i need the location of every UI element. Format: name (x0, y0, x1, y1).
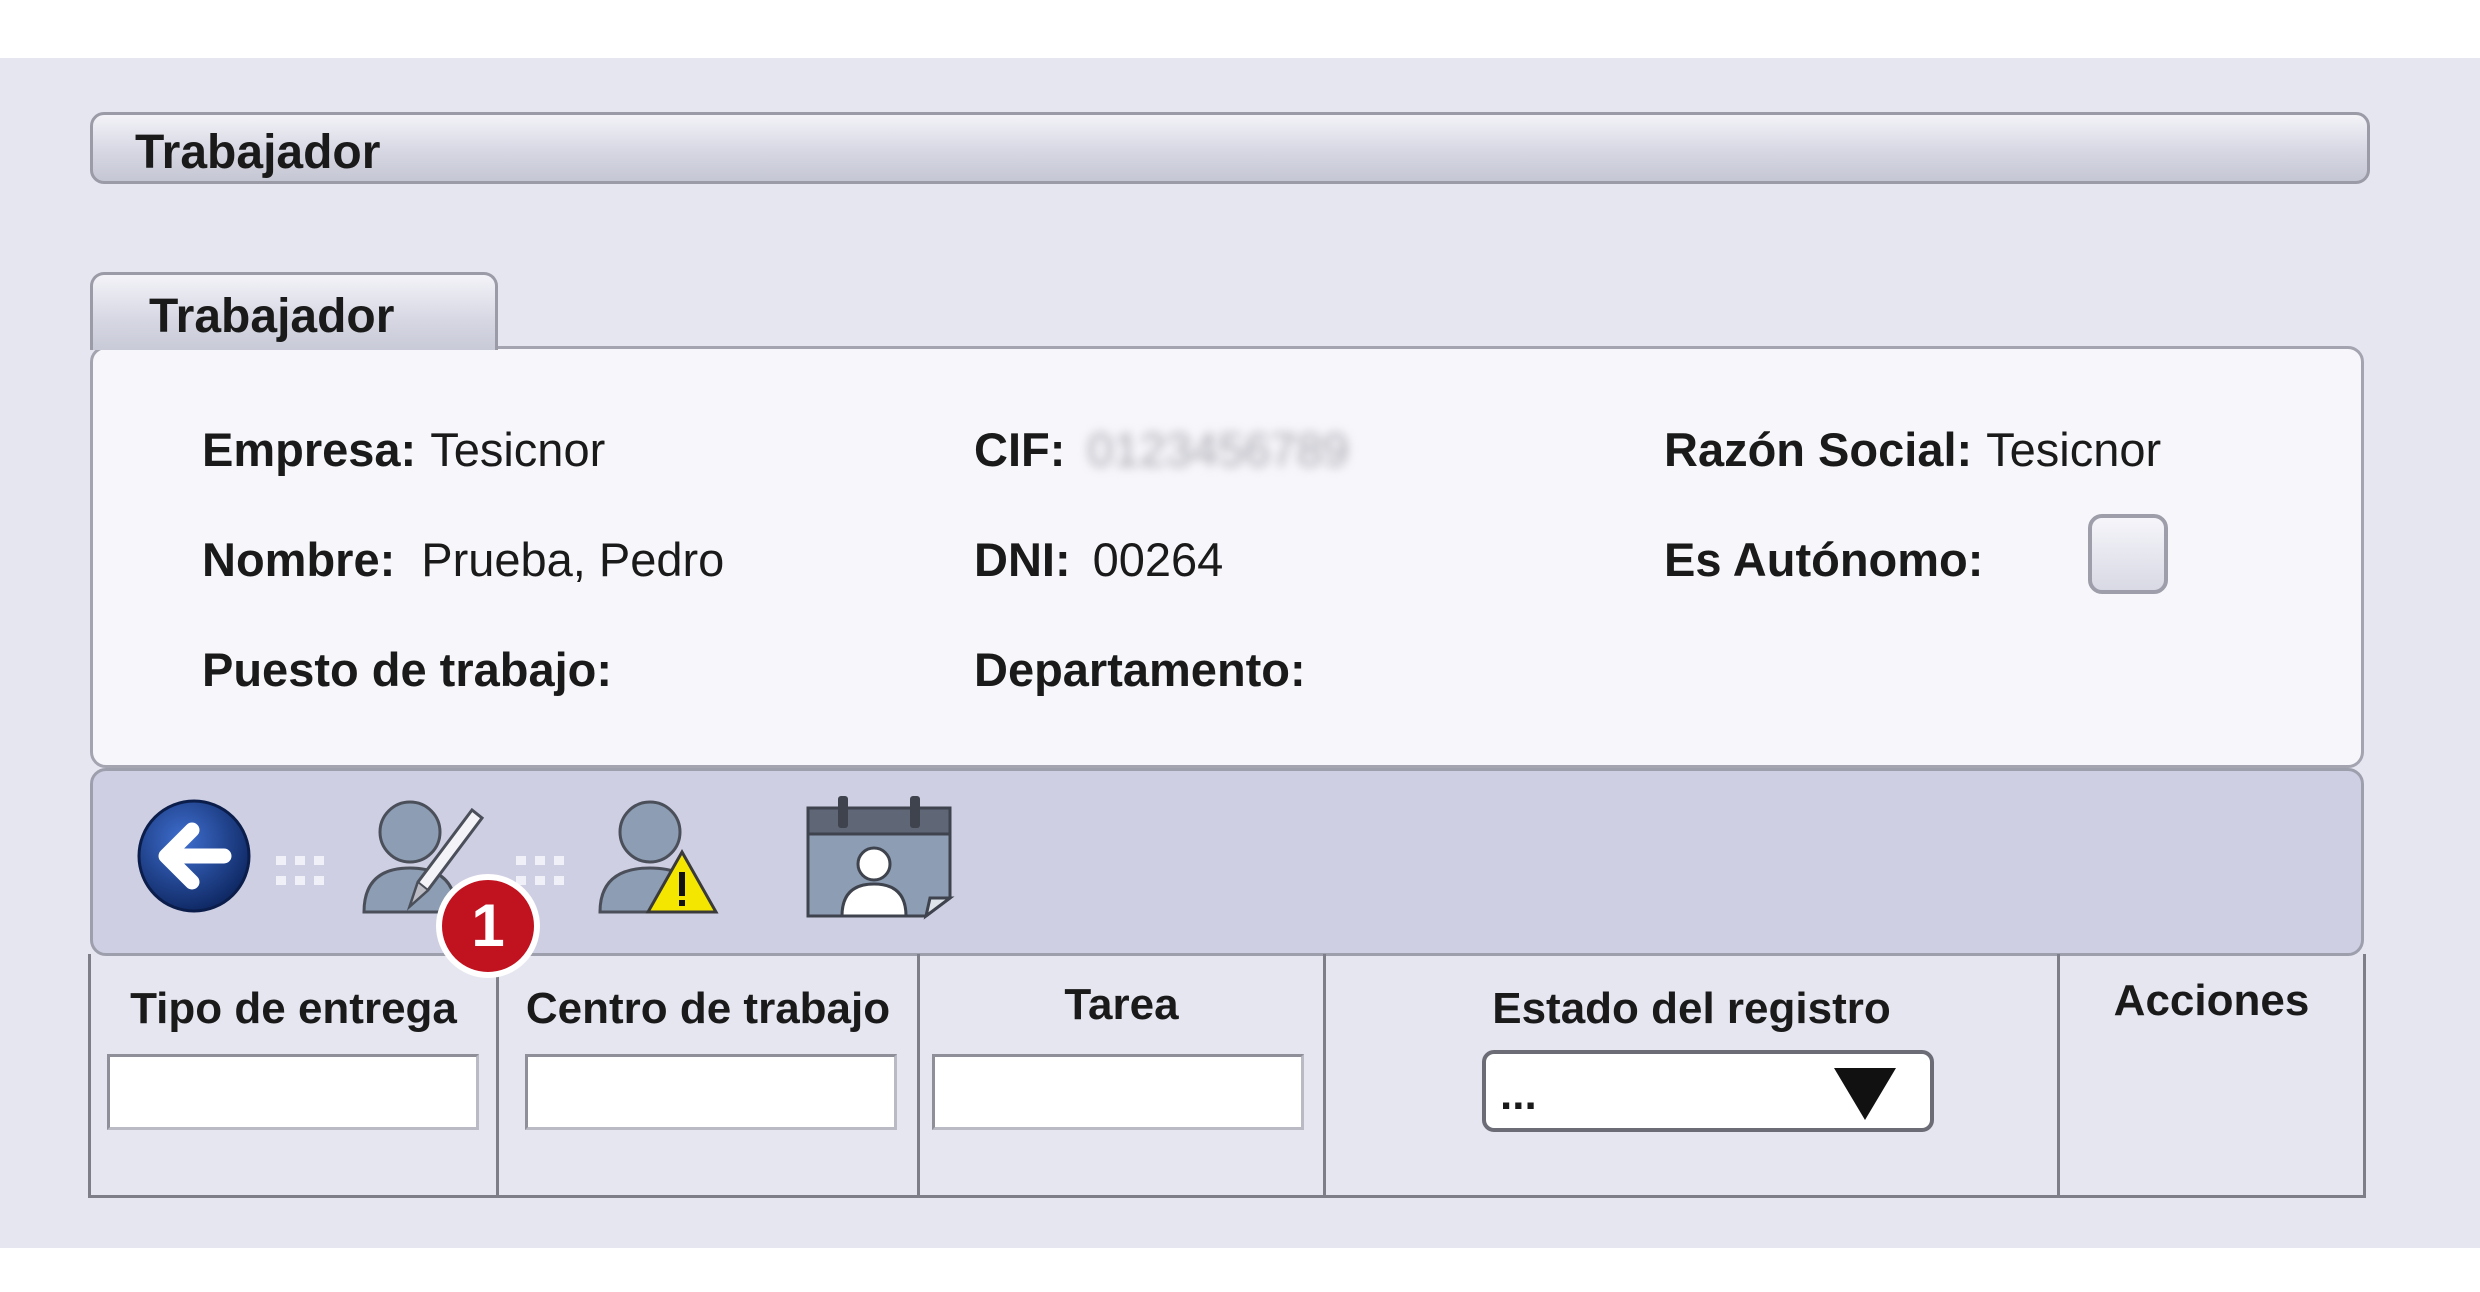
page-title: Trabajador (135, 126, 381, 179)
worker-warning-button[interactable] (596, 796, 720, 916)
title-bar: Trabajador (90, 112, 2370, 184)
tarea-filter-input[interactable] (932, 1054, 1304, 1130)
back-button[interactable] (136, 798, 252, 914)
razon-social-field: Razón Social: Tesicnor (1664, 422, 2161, 477)
separator-dots-icon (276, 856, 324, 885)
column-header: Acciones (2113, 976, 2310, 1025)
select-value: ... (1500, 1070, 1537, 1119)
puesto-field: Puesto de trabajo: (202, 642, 612, 697)
column-acciones: Acciones (2060, 954, 2363, 1195)
separator-dots-icon (516, 856, 564, 885)
puesto-label: Puesto de trabajo: (202, 643, 613, 696)
nombre-label: Nombre: (202, 533, 396, 586)
autonomo-label: Es Autónomo: (1664, 533, 1984, 586)
column-centro-trabajo: Centro de trabajo (499, 954, 920, 1195)
column-header: Estado del registro (1492, 984, 1891, 1033)
dni-label: DNI: (974, 533, 1071, 586)
empresa-value: Tesicnor (430, 423, 606, 476)
autonomo-field: Es Autónomo: (1664, 532, 1983, 587)
autonomo-checkbox[interactable] (2088, 514, 2168, 594)
tab-trabajador[interactable]: Trabajador (90, 272, 498, 350)
tipo-entrega-filter-input[interactable] (107, 1054, 479, 1130)
column-header: Tarea (1064, 980, 1179, 1029)
column-estado-registro: Estado del registro ... (1326, 954, 2060, 1195)
records-table-header: Tipo de entrega Centro de trabajo Tarea … (88, 954, 2366, 1198)
cif-field: CIF: 0123456789 (974, 422, 1349, 477)
centro-trabajo-filter-input[interactable] (525, 1054, 897, 1130)
dni-field: DNI: 00264 (974, 532, 1223, 587)
empresa-field: Empresa: Tesicnor (202, 422, 605, 477)
worker-calendar-button[interactable] (804, 794, 956, 920)
user-warning-icon (598, 800, 719, 914)
empresa-label: Empresa: (202, 423, 417, 476)
cif-label: CIF: (974, 423, 1066, 476)
dropdown-arrow-icon[interactable] (1834, 1068, 1896, 1120)
tab-label: Trabajador (149, 290, 395, 343)
dni-value: 00264 (1092, 533, 1224, 586)
estado-registro-select[interactable]: ... (1482, 1050, 1934, 1132)
razon-social-value: Tesicnor (1986, 423, 2162, 476)
column-header: Centro de trabajo (525, 984, 891, 1033)
departamento-field: Departamento: (974, 642, 1306, 697)
back-arrow-icon (137, 799, 251, 913)
calendar-user-icon (806, 796, 955, 920)
departamento-label: Departamento: (974, 643, 1306, 696)
cif-value: 0123456789 (1087, 423, 1349, 476)
notification-badge: 1 (436, 874, 540, 978)
column-tarea: Tarea (920, 954, 1326, 1195)
nombre-value: Prueba, Pedro (421, 533, 725, 586)
column-tipo-entrega: Tipo de entrega (91, 954, 499, 1195)
column-header: Tipo de entrega (130, 984, 457, 1033)
nombre-field: Nombre: Prueba, Pedro (202, 532, 724, 587)
razon-social-label: Razón Social: (1664, 423, 1973, 476)
